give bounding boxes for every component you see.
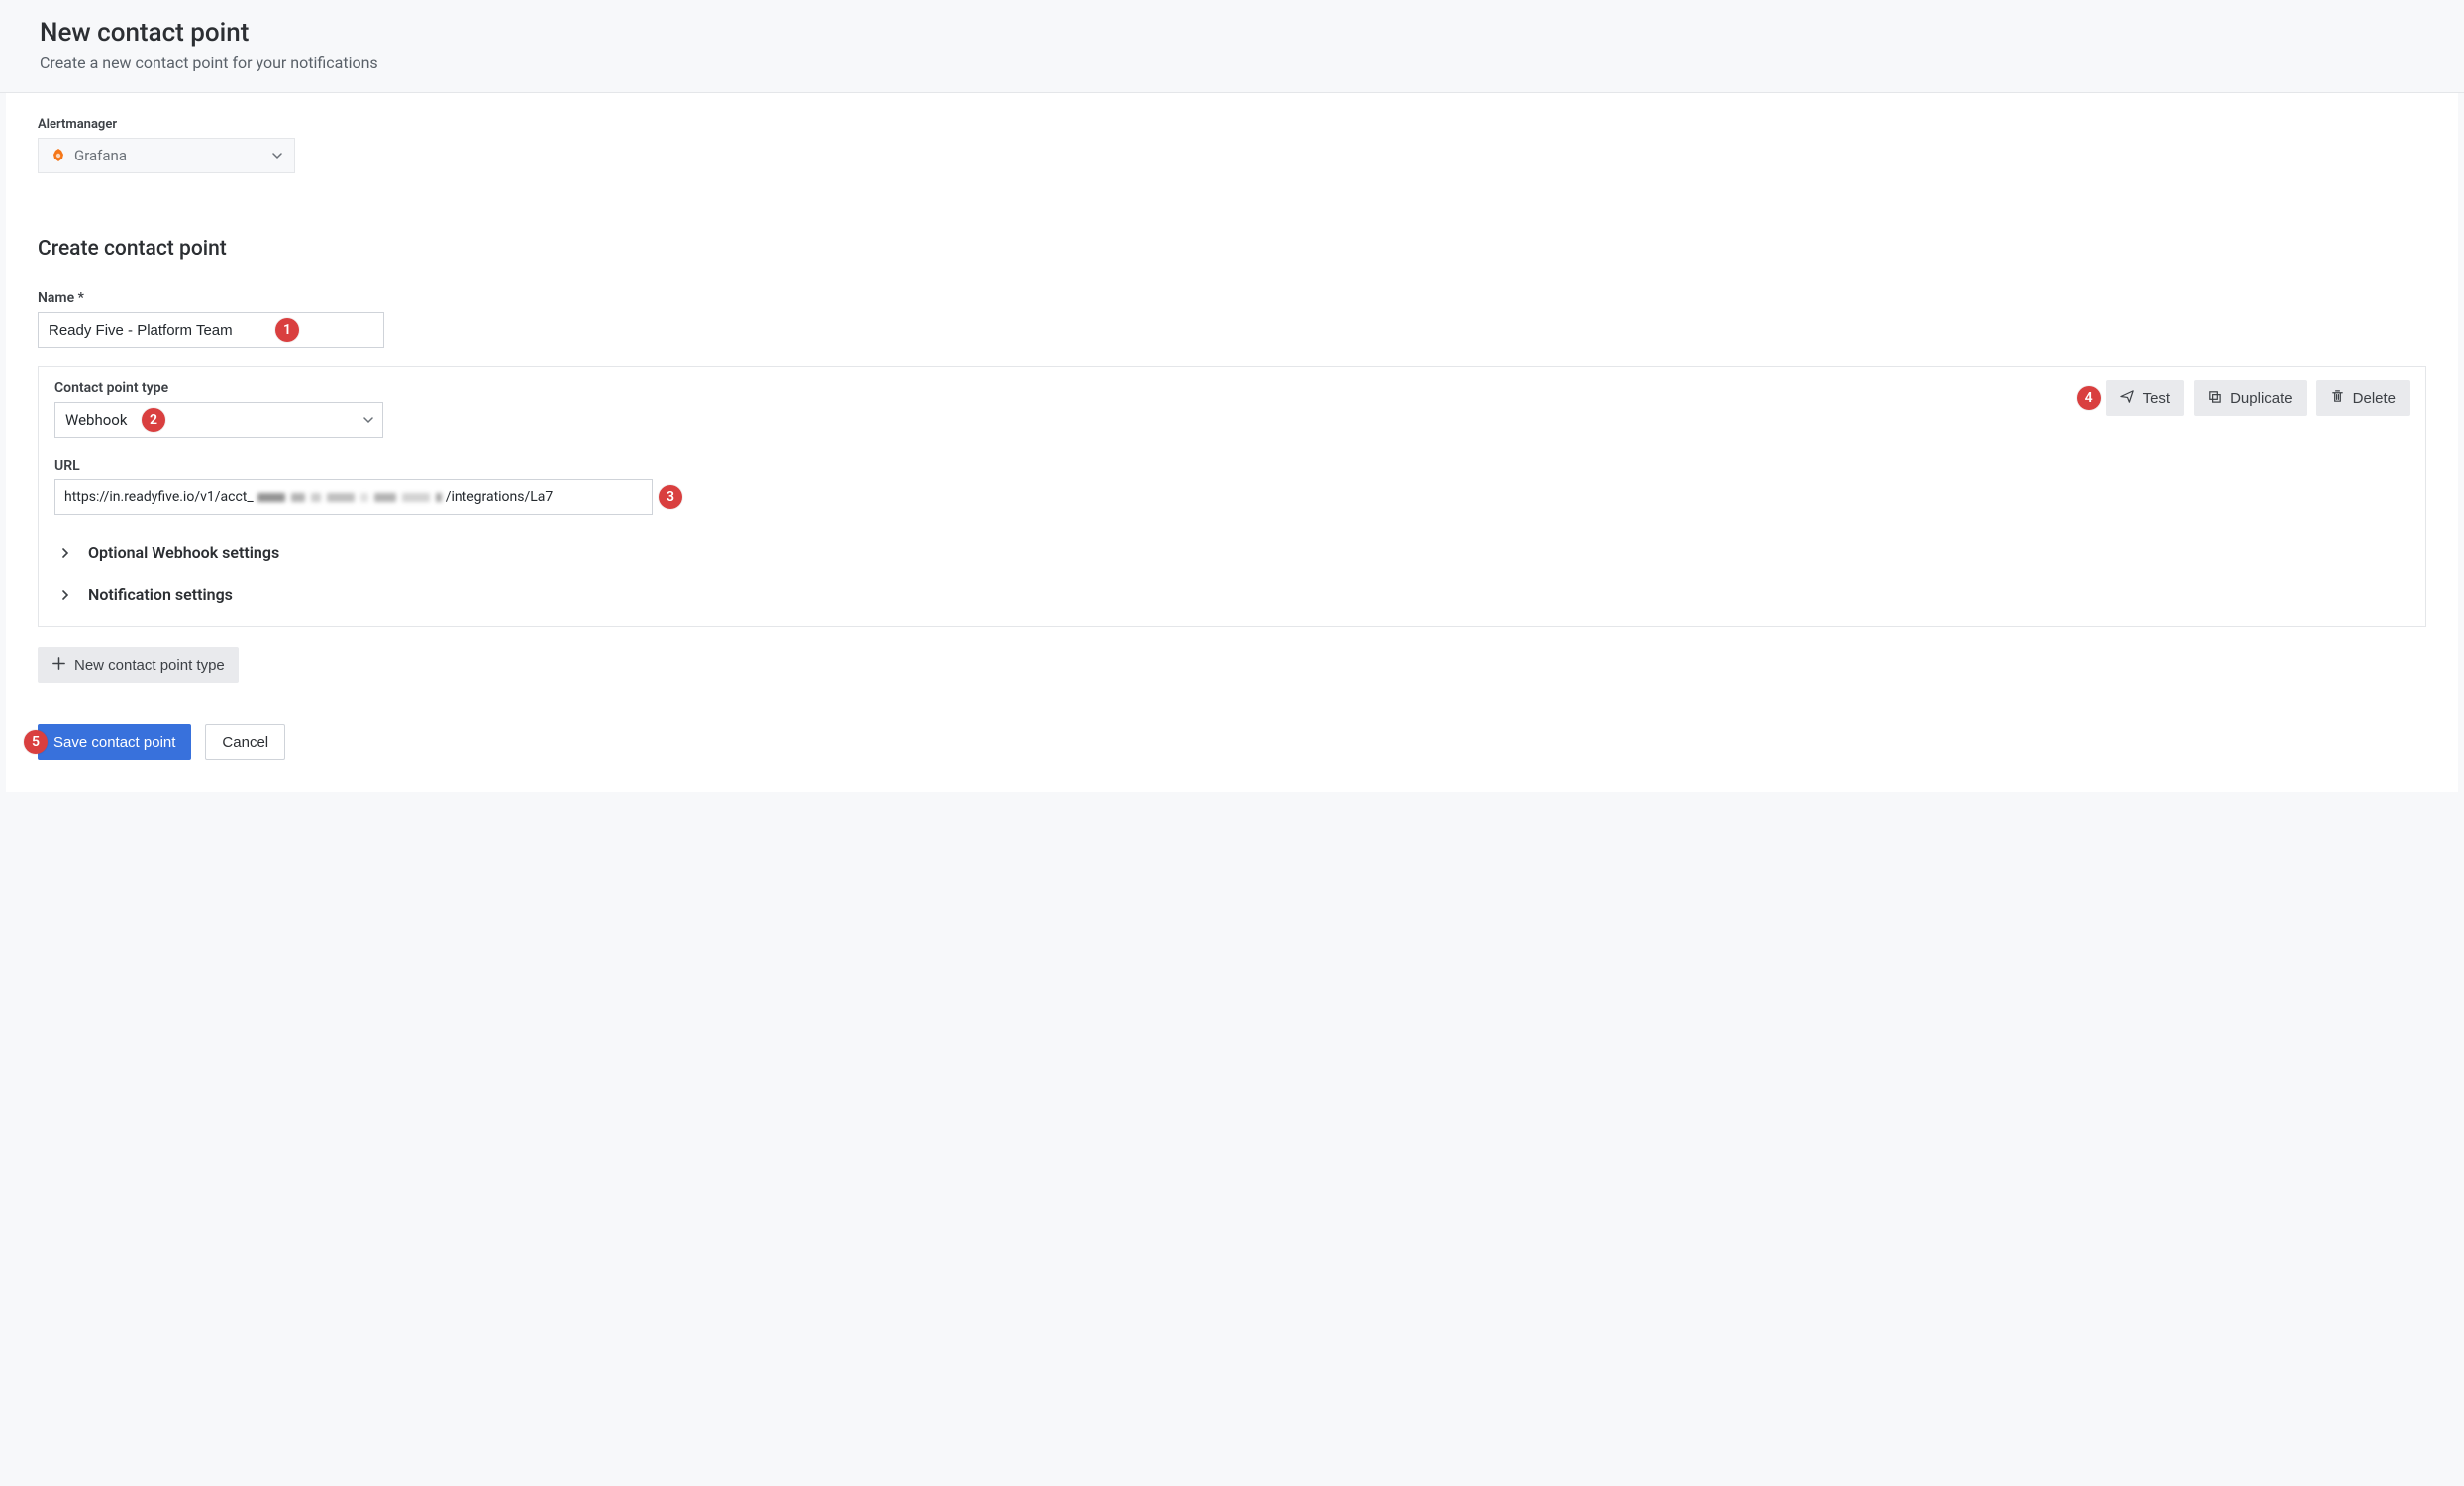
page-title: New contact point	[40, 18, 2424, 48]
send-icon	[2120, 389, 2135, 408]
name-input[interactable]	[38, 312, 384, 348]
url-input[interactable]	[54, 479, 653, 515]
notification-settings-toggle[interactable]: Notification settings	[54, 585, 2410, 604]
trash-icon	[2330, 389, 2345, 408]
test-label: Test	[2143, 390, 2171, 407]
alertmanager-section: Alertmanager Grafana	[38, 117, 2426, 173]
section-heading: Create contact point	[38, 237, 2426, 261]
main-panel: Alertmanager Grafana Create contact poin…	[6, 93, 2458, 792]
duplicate-label: Duplicate	[2230, 390, 2293, 407]
duplicate-button[interactable]: Duplicate	[2194, 380, 2307, 416]
alertmanager-value: Grafana	[74, 147, 127, 164]
save-label: Save contact point	[53, 734, 175, 751]
chevron-down-icon	[363, 411, 373, 429]
page-subtitle: Create a new contact point for your noti…	[40, 53, 2424, 72]
callout-badge-1: 1	[275, 318, 299, 342]
page-header: New contact point Create a new contact p…	[0, 0, 2464, 93]
type-value: Webhook	[65, 411, 127, 429]
alertmanager-label: Alertmanager	[38, 117, 2426, 132]
delete-button[interactable]: Delete	[2316, 380, 2410, 416]
test-button[interactable]: Test	[2106, 380, 2185, 416]
callout-badge-4: 4	[2077, 386, 2101, 410]
callout-badge-5: 5	[24, 730, 48, 754]
chevron-right-icon	[54, 586, 70, 604]
chevron-down-icon	[272, 147, 282, 164]
callout-badge-2: 2	[142, 408, 165, 432]
type-select[interactable]: Webhook	[54, 402, 383, 438]
optional-webhook-settings-label: Optional Webhook settings	[88, 543, 279, 562]
grafana-icon	[51, 148, 66, 163]
cancel-label: Cancel	[222, 734, 268, 751]
action-buttons: 4 Test Duplicate Del	[2106, 380, 2410, 416]
alertmanager-dropdown[interactable]: Grafana	[38, 138, 295, 173]
cancel-button[interactable]: Cancel	[205, 724, 285, 760]
type-label: Contact point type	[54, 380, 2106, 396]
dropdown-value-wrap: Grafana	[51, 147, 127, 164]
callout-badge-3: 3	[659, 485, 682, 509]
optional-webhook-settings-toggle[interactable]: Optional Webhook settings	[54, 543, 2410, 562]
chevron-right-icon	[54, 544, 70, 562]
copy-icon	[2207, 389, 2222, 408]
url-field-group: URL https://in.readyfive.io/v1/acct_	[54, 458, 2410, 515]
plus-icon	[51, 656, 66, 675]
url-label: URL	[54, 458, 2410, 474]
contact-point-box: Contact point type Webhook 2 4	[38, 366, 2426, 627]
new-contact-point-type-button[interactable]: New contact point type	[38, 647, 239, 683]
footer-actions: 5 Save contact point Cancel	[38, 724, 2426, 760]
new-type-label: New contact point type	[74, 657, 225, 674]
name-field-group: Name * 1	[38, 290, 2426, 366]
delete-label: Delete	[2353, 390, 2396, 407]
name-label: Name *	[38, 290, 2426, 306]
save-button[interactable]: Save contact point	[38, 724, 191, 760]
new-type-wrap: New contact point type	[38, 647, 2426, 683]
notification-settings-label: Notification settings	[88, 585, 233, 604]
